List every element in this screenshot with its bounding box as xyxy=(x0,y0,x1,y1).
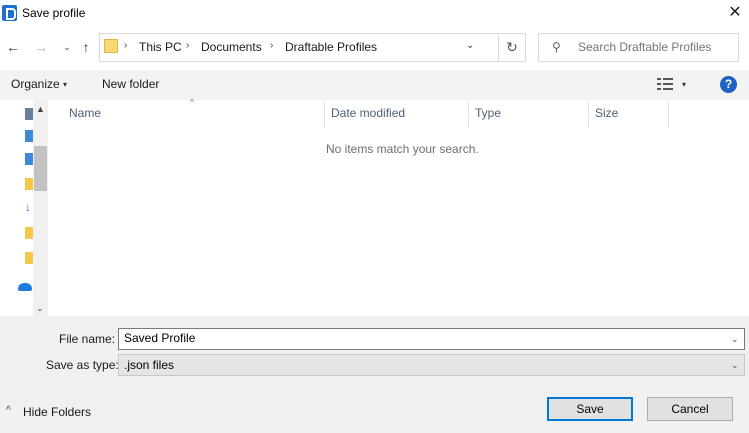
back-arrow-icon[interactable]: ← xyxy=(4,38,22,56)
up-arrow-icon[interactable]: ↑ xyxy=(77,38,95,56)
scroll-down-icon[interactable]: ⌄ xyxy=(36,303,44,314)
file-name-input[interactable] xyxy=(124,331,724,345)
new-folder-button[interactable]: New folder xyxy=(102,77,159,91)
breadcrumb-separator: › xyxy=(270,40,274,51)
folder-icon[interactable] xyxy=(25,252,33,264)
recent-locations-chevron-icon[interactable]: ⌄ xyxy=(58,38,76,56)
column-header-date-modified[interactable]: Date modified xyxy=(325,100,469,128)
save-as-type-select[interactable] xyxy=(118,354,745,376)
view-details-icon[interactable] xyxy=(657,78,673,90)
column-header-type[interactable]: Type xyxy=(469,100,589,128)
cancel-button[interactable]: Cancel xyxy=(647,397,733,421)
forward-arrow-icon[interactable]: → xyxy=(32,38,50,56)
folder-icon xyxy=(104,39,118,53)
help-icon[interactable]: ? xyxy=(720,76,737,93)
breadcrumb-documents[interactable]: Documents xyxy=(201,40,262,54)
search-icon: ⚲ xyxy=(552,40,561,54)
save-as-type-value[interactable]: .json files xyxy=(124,358,174,372)
save-as-type-label: Save as type: xyxy=(46,358,119,372)
breadcrumb-separator: › xyxy=(186,40,190,51)
desktop-icon[interactable] xyxy=(25,130,33,142)
search-input[interactable] xyxy=(578,40,733,54)
address-history-chevron-icon[interactable]: ⌄ xyxy=(466,40,474,51)
computer-icon[interactable] xyxy=(25,108,33,120)
title-bar xyxy=(0,0,749,28)
empty-results-message: No items match your search. xyxy=(326,142,479,156)
save-as-type-chevron-down-icon[interactable]: ⌄ xyxy=(731,360,739,371)
breadcrumb-draftable-profiles[interactable]: Draftable Profiles xyxy=(285,40,377,54)
breadcrumb-this-pc[interactable]: This PC xyxy=(139,40,182,54)
folder-icon[interactable] xyxy=(25,227,33,239)
organize-caret-icon[interactable]: ▾ xyxy=(63,80,67,89)
scroll-up-icon[interactable]: ▲ xyxy=(36,104,45,114)
window-title: Save profile xyxy=(22,6,86,20)
sort-ascending-icon: ^ xyxy=(190,97,195,107)
downloads-icon[interactable]: ↓ xyxy=(25,200,31,214)
file-name-label: File name: xyxy=(59,332,116,346)
documents-icon[interactable] xyxy=(25,153,33,165)
refresh-icon[interactable]: ↻ xyxy=(498,34,525,61)
save-button[interactable]: Save xyxy=(547,397,633,421)
onedrive-cloud-icon[interactable] xyxy=(18,283,32,291)
folder-icon[interactable] xyxy=(25,178,33,190)
nav-pane-scrollbar[interactable] xyxy=(33,100,48,316)
chevron-up-icon[interactable]: ^ xyxy=(6,405,11,416)
file-name-combobox[interactable] xyxy=(118,328,745,350)
hide-folders-button[interactable]: Hide Folders xyxy=(23,405,91,419)
column-header-size[interactable]: Size xyxy=(589,100,669,128)
close-button[interactable]: ✕ xyxy=(722,2,748,26)
view-options-caret-icon[interactable]: ▾ xyxy=(682,80,686,89)
app-logo-icon xyxy=(2,5,17,21)
organize-button[interactable]: Organize xyxy=(11,77,60,91)
scrollbar-thumb[interactable] xyxy=(34,146,47,191)
breadcrumb-separator: › xyxy=(124,40,128,51)
file-name-chevron-down-icon[interactable]: ⌄ xyxy=(731,334,739,345)
